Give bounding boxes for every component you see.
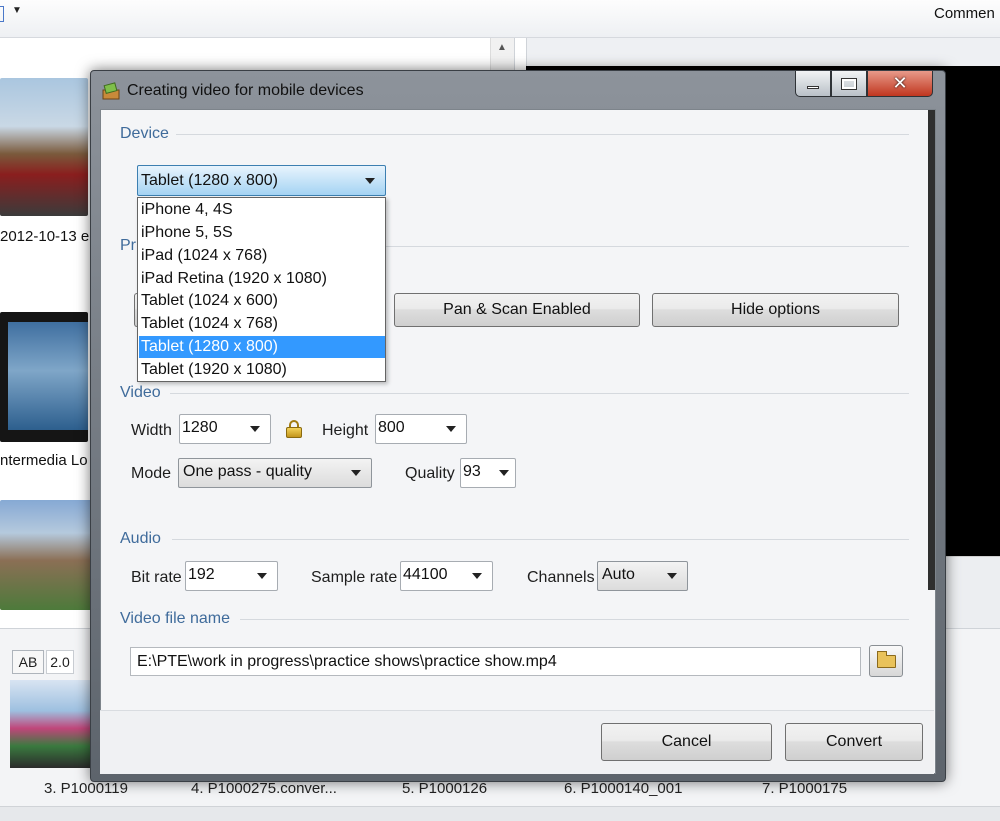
section-divider	[386, 246, 909, 247]
quality-select[interactable]: 93	[460, 458, 516, 488]
device-selected-value: Tablet (1280 x 800)	[141, 172, 278, 189]
app-toolbar: ▼ Commen	[0, 0, 1000, 38]
comment-column-header: Commen	[934, 5, 995, 22]
cancel-button[interactable]: Cancel	[601, 723, 772, 761]
samplerate-select[interactable]: 44100	[400, 561, 493, 591]
section-divider	[240, 619, 909, 620]
slide-strip-label[interactable]: 4. P1000275.conver...	[191, 780, 337, 797]
folder-icon	[877, 651, 896, 668]
maximize-icon	[841, 77, 857, 90]
chevron-down-icon	[257, 573, 267, 579]
minimize-button[interactable]	[795, 71, 831, 97]
chevron-down-icon	[472, 573, 482, 579]
version-label: 2.0	[46, 650, 74, 674]
ab-button[interactable]: AB	[12, 650, 44, 674]
slide-thumbnail-tram[interactable]	[0, 78, 88, 216]
width-select[interactable]: 1280	[179, 414, 271, 444]
chevron-down-icon	[499, 470, 509, 476]
mode-value: One pass - quality	[183, 463, 312, 480]
channels-label: Channels	[527, 569, 595, 586]
slide-thumbnail-ocean[interactable]	[0, 312, 88, 442]
slide-thumbnail-collage[interactable]	[0, 500, 92, 610]
bitrate-select[interactable]: 192	[185, 561, 278, 591]
quality-label: Quality	[405, 465, 455, 482]
slide-strip-label[interactable]: 6. P1000140_001	[564, 780, 682, 797]
thumbnail-label: ntermedia Lo	[0, 452, 88, 469]
video-file-path-field[interactable]	[130, 647, 861, 676]
toolbar-dropdown-edge[interactable]	[0, 6, 4, 22]
slide-strip-thumbnail[interactable]	[10, 680, 92, 768]
section-divider	[176, 134, 909, 135]
audio-section-title: Audio	[120, 530, 161, 547]
minimize-icon	[807, 86, 819, 89]
width-value: 1280	[182, 419, 218, 436]
bitrate-value: 192	[188, 566, 215, 583]
device-option[interactable]: iPhone 4, 4S	[139, 199, 385, 221]
lock-aspect-icon[interactable]	[286, 420, 302, 438]
maximize-button[interactable]	[831, 71, 867, 97]
chevron-down-icon	[667, 573, 677, 579]
preset-section-title: Pr	[120, 237, 136, 254]
device-select[interactable]: Tablet (1280 x 800)	[137, 165, 386, 196]
video-section-title: Video	[120, 384, 161, 401]
hide-options-button[interactable]: Hide options	[652, 293, 899, 327]
samplerate-label: Sample rate	[311, 569, 398, 586]
chevron-down-icon	[351, 470, 361, 476]
slide-strip-label[interactable]: 3. P1000119	[44, 780, 128, 797]
close-icon: ✕	[892, 73, 908, 93]
device-option[interactable]: Tablet (1024 x 768)	[139, 313, 385, 335]
chevron-down-icon	[365, 178, 375, 184]
device-dropdown-list[interactable]: iPhone 4, 4S iPhone 5, 5S iPad (1024 x 768…	[137, 197, 386, 382]
close-button[interactable]: ✕	[867, 71, 933, 97]
slide-strip-label[interactable]: 5. P1000126	[402, 780, 487, 797]
mode-select[interactable]: One pass - quality	[178, 458, 372, 488]
convert-button[interactable]: Convert	[785, 723, 923, 761]
dialog-title: Creating video for mobile devices	[127, 82, 364, 99]
height-label: Height	[322, 422, 369, 439]
toolbar-dropdown-arrow-icon[interactable]: ▼	[12, 5, 22, 16]
device-option[interactable]: Tablet (1280 x 800)	[139, 336, 385, 359]
quality-value: 93	[463, 463, 481, 480]
filename-section-title: Video file name	[120, 610, 230, 627]
pan-scan-button[interactable]: Pan & Scan Enabled	[394, 293, 640, 327]
channels-select[interactable]: Auto	[597, 561, 688, 591]
chevron-down-icon	[250, 426, 260, 432]
device-option[interactable]: iPad (1024 x 768)	[139, 245, 385, 267]
section-divider	[172, 539, 909, 540]
samplerate-value: 44100	[403, 566, 448, 583]
bitrate-label: Bit rate	[131, 569, 182, 586]
scroll-up-arrow-icon[interactable]: ▲	[497, 42, 507, 53]
channels-value: Auto	[602, 566, 635, 583]
dialog-edge-shadow	[928, 110, 935, 590]
video-file-path-input[interactable]	[131, 648, 860, 675]
device-option[interactable]: iPad Retina (1920 x 1080)	[139, 268, 385, 290]
horizontal-scrollbar[interactable]	[0, 806, 1000, 821]
thumbnail-label: 2012-10-13 e	[0, 228, 90, 245]
height-value: 800	[378, 419, 405, 436]
device-option[interactable]: Tablet (1920 x 1080)	[139, 359, 385, 381]
app-icon	[102, 82, 120, 100]
section-divider	[170, 393, 909, 394]
width-label: Width	[131, 422, 172, 439]
chevron-down-icon	[446, 426, 456, 432]
browse-folder-button[interactable]	[869, 645, 903, 677]
height-select[interactable]: 800	[375, 414, 467, 444]
device-option[interactable]: iPhone 5, 5S	[139, 222, 385, 244]
preview-header	[526, 38, 1000, 66]
slide-strip-label[interactable]: 7. P1000175	[762, 780, 847, 797]
device-option[interactable]: Tablet (1024 x 600)	[139, 290, 385, 312]
device-section-title: Device	[120, 125, 169, 142]
mode-label: Mode	[131, 465, 172, 482]
